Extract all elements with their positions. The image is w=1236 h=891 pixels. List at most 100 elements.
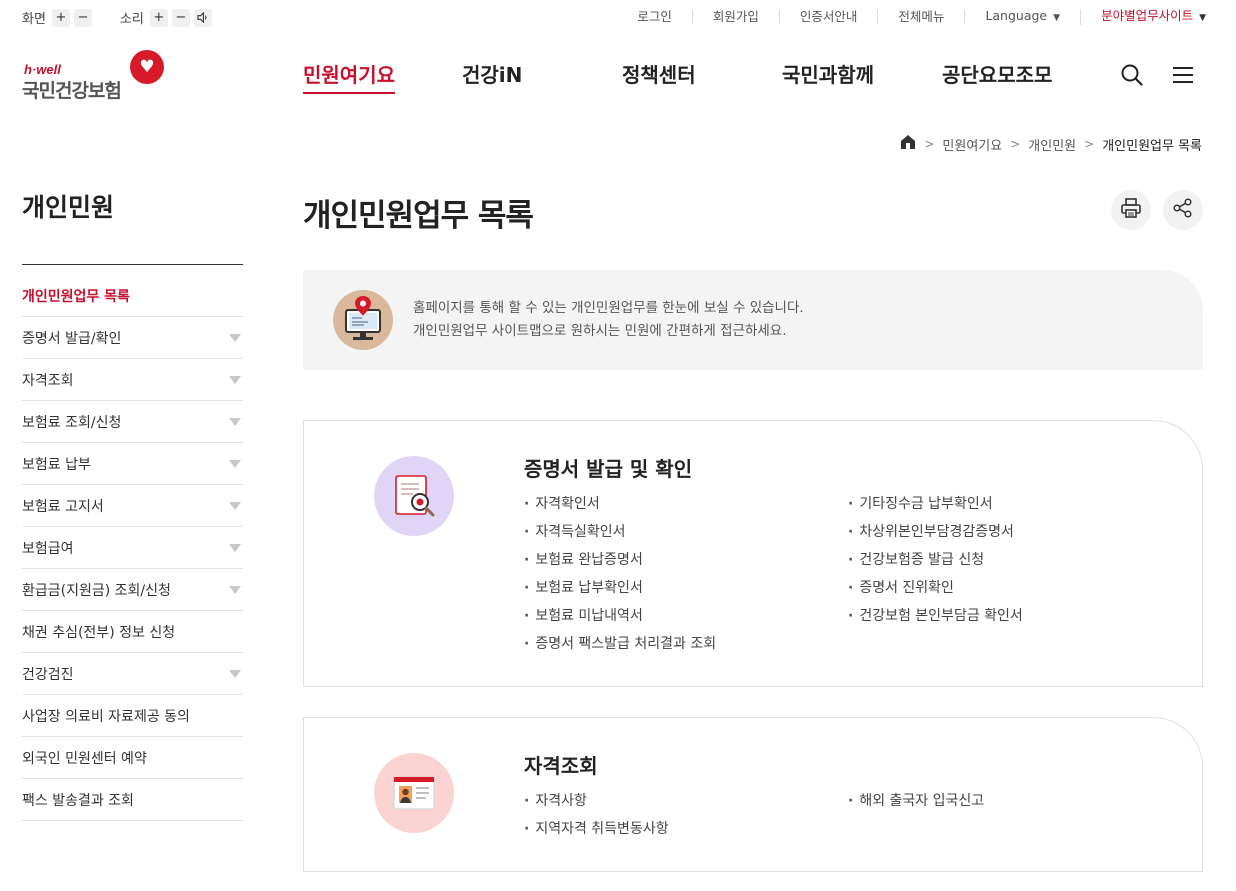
utility-bar: 화면 + − 소리 + − 로그인 회원가입 인증서안내 전체메뉴 Langua… xyxy=(0,0,1236,36)
sidebar-item-label: 환급금(지원금) 조회/신청 xyxy=(22,582,171,599)
certificate-guide-link[interactable]: 인증서안내 xyxy=(780,10,879,24)
print-button[interactable] xyxy=(1111,190,1151,230)
service-link[interactable]: 해외 출국자 입국신고 xyxy=(848,787,984,815)
sidebar-item-civil-list[interactable]: 개인민원업무 목록 xyxy=(22,275,243,317)
card-title: 자격조회 xyxy=(524,754,598,778)
sidebar-item-medical-consent[interactable]: 사업장 의료비 자료제공 동의 xyxy=(22,695,243,737)
search-icon[interactable] xyxy=(1119,62,1145,88)
service-link[interactable]: 증명서 팩스발급 처리결과 조회 xyxy=(524,630,716,658)
sidebar-item-qualification[interactable]: 자격조회 xyxy=(22,359,243,401)
sidebar-item-label: 개인민원업무 목록 xyxy=(22,288,130,305)
zoom-out-button[interactable]: − xyxy=(73,8,92,27)
sidebar-item-certificate[interactable]: 증명서 발급/확인 xyxy=(22,317,243,359)
category-card-certificates: 증명서 발급 및 확인 자격확인서 자격득실확인서 보험료 완납증명서 보험료 … xyxy=(303,420,1203,687)
utility-links: 로그인 회원가입 인증서안내 전체메뉴 Language ▼ 분야별업무사이트 ▼ xyxy=(617,9,1206,25)
language-dropdown[interactable]: Language ▼ xyxy=(965,8,1082,25)
sidebar-item-refund[interactable]: 환급금(지원금) 조회/신청 xyxy=(22,569,243,611)
sidebar-item-premium-inquiry[interactable]: 보험료 조회/신청 xyxy=(22,401,243,443)
sidebar-item-premium-notice[interactable]: 보험료 고지서 xyxy=(22,485,243,527)
signup-link[interactable]: 회원가입 xyxy=(693,10,780,24)
home-icon[interactable] xyxy=(900,134,916,154)
field-sites-label: 분야별업무사이트 xyxy=(1101,8,1194,23)
nav-tab-health-in[interactable]: 건강iN xyxy=(462,62,522,88)
nav-tab-corp-info[interactable]: 공단요모조모 xyxy=(942,62,1052,88)
nav-tab-policy-center[interactable]: 정책센터 xyxy=(622,62,696,88)
triangle-down-icon xyxy=(229,669,241,678)
service-list-right: 해외 출국자 입국신고 xyxy=(848,787,984,815)
sidebar-item-label: 채권 추심(전부) 정보 신청 xyxy=(22,624,176,641)
breadcrumb: > 민원여기요 > 개인민원 > 개인민원업무 목록 xyxy=(900,134,1202,154)
triangle-down-icon xyxy=(229,375,241,384)
category-card-qualification: 자격조회 자격사항 지역자격 취득변동사항 해외 출국자 입국신고 xyxy=(303,717,1203,872)
card-title: 증명서 발급 및 확인 xyxy=(524,457,693,481)
volume-down-button[interactable]: − xyxy=(171,8,190,27)
service-list-left: 자격확인서 자격득실확인서 보험료 완납증명서 보험료 납부확인서 보험료 미납… xyxy=(524,490,716,658)
service-link[interactable]: 자격확인서 xyxy=(524,490,716,518)
triangle-down-icon xyxy=(229,417,241,426)
language-label: Language xyxy=(985,8,1048,23)
chevron-right-icon: > xyxy=(1084,137,1095,151)
sidebar-item-foreigner-reservation[interactable]: 외국인 민원센터 예약 xyxy=(22,737,243,779)
chevron-right-icon: > xyxy=(924,137,935,151)
field-sites-dropdown[interactable]: 분야별업무사이트 ▼ xyxy=(1081,9,1206,25)
service-link[interactable]: 보험료 납부확인서 xyxy=(524,574,716,602)
sidebar-item-debt-collection[interactable]: 채권 추심(전부) 정보 신청 xyxy=(22,611,243,653)
sidebar-item-benefits[interactable]: 보험급여 xyxy=(22,527,243,569)
service-link[interactable]: 지역자격 취득변동사항 xyxy=(524,815,668,843)
login-link[interactable]: 로그인 xyxy=(617,10,693,24)
chevron-right-icon: > xyxy=(1010,137,1021,151)
sidebar-item-label: 보험료 납부 xyxy=(22,456,91,473)
service-link[interactable]: 기타징수금 납부확인서 xyxy=(848,490,1023,518)
service-link[interactable]: 자격사항 xyxy=(524,787,669,815)
volume-up-button[interactable]: + xyxy=(149,8,168,27)
triangle-down-icon xyxy=(229,585,241,594)
nav-tab-with-people[interactable]: 국민과함께 xyxy=(782,62,874,88)
breadcrumb-item[interactable]: 민원여기요 xyxy=(942,135,1002,154)
accessibility-controls: 화면 + − 소리 + − xyxy=(22,8,216,27)
share-button[interactable] xyxy=(1163,190,1203,230)
certificate-magnifier-icon xyxy=(374,456,454,536)
divider xyxy=(22,264,243,265)
breadcrumb-current: 개인민원업무 목록 xyxy=(1102,138,1202,154)
sidebar-item-label: 보험료 고지서 xyxy=(22,498,104,515)
sidebar-item-premium-payment[interactable]: 보험료 납부 xyxy=(22,443,243,485)
service-link[interactable]: 자격득실확인서 xyxy=(524,518,716,546)
service-link[interactable]: 차상위본인부담경감증명서 xyxy=(848,518,1023,546)
sidebar-item-fax-result[interactable]: 팩스 발송결과 조회 xyxy=(22,779,243,821)
breadcrumb-item[interactable]: 개인민원 xyxy=(1028,135,1076,154)
sidebar-item-label: 증명서 발급/확인 xyxy=(22,330,122,347)
info-text: 홈페이지를 통해 할 수 있는 개인민원업무를 한눈에 보실 수 있습니다. 개… xyxy=(413,297,804,343)
service-link[interactable]: 건강보험증 발급 신청 xyxy=(848,546,1023,574)
sidebar-item-label: 보험급여 xyxy=(22,540,74,557)
service-link[interactable]: 건강보험 본인부담금 확인서 xyxy=(848,602,1022,630)
sidebar-item-label: 외국인 민원센터 예약 xyxy=(22,750,147,767)
sidebar-menu: 개인민원업무 목록 증명서 발급/확인 자격조회 보험료 조회/신청 보험료 납… xyxy=(22,275,243,821)
service-link[interactable]: 보험료 완납증명서 xyxy=(524,546,716,574)
speaker-icon[interactable] xyxy=(193,8,212,27)
zoom-in-button[interactable]: + xyxy=(51,8,70,27)
triangle-down-icon xyxy=(229,501,241,510)
nhis-logo[interactable]: h·well 국민건강보험 ♥ xyxy=(22,50,172,102)
sidebar-item-label: 보험료 조회/신청 xyxy=(22,414,122,431)
triangle-down-icon xyxy=(229,543,241,552)
nav-tab-civil-service[interactable]: 민원여기요 xyxy=(303,62,395,94)
hamburger-menu-icon[interactable] xyxy=(1170,62,1196,88)
monitor-location-pin-icon xyxy=(333,290,393,350)
print-icon xyxy=(1120,197,1142,223)
screen-label: 화면 xyxy=(22,12,46,27)
sound-label: 소리 xyxy=(119,12,144,27)
service-link[interactable]: 보험료 미납내역서 xyxy=(524,602,716,630)
all-menu-link[interactable]: 전체메뉴 xyxy=(878,10,966,24)
service-list-right: 기타징수금 납부확인서 차상위본인부담경감증명서 건강보험증 발급 신청 증명서… xyxy=(848,490,1023,630)
caret-down-icon: ▼ xyxy=(1053,13,1061,23)
id-card-icon xyxy=(374,753,454,833)
info-banner: 홈페이지를 통해 할 수 있는 개인민원업무를 한눈에 보실 수 있습니다. 개… xyxy=(303,270,1203,370)
service-link[interactable]: 증명서 진위확인 xyxy=(848,574,1023,602)
info-line: 홈페이지를 통해 할 수 있는 개인민원업무를 한눈에 보실 수 있습니다. xyxy=(413,300,804,316)
share-icon xyxy=(1172,197,1194,223)
logo-korean-text: 국민건강보험 xyxy=(22,80,122,102)
sidebar-item-checkup[interactable]: 건강검진 xyxy=(22,653,243,695)
sidebar-item-label: 건강검진 xyxy=(22,666,74,683)
sidebar-item-label: 사업장 의료비 자료제공 동의 xyxy=(22,708,190,725)
logo-hwell-text: h·well xyxy=(24,62,61,77)
